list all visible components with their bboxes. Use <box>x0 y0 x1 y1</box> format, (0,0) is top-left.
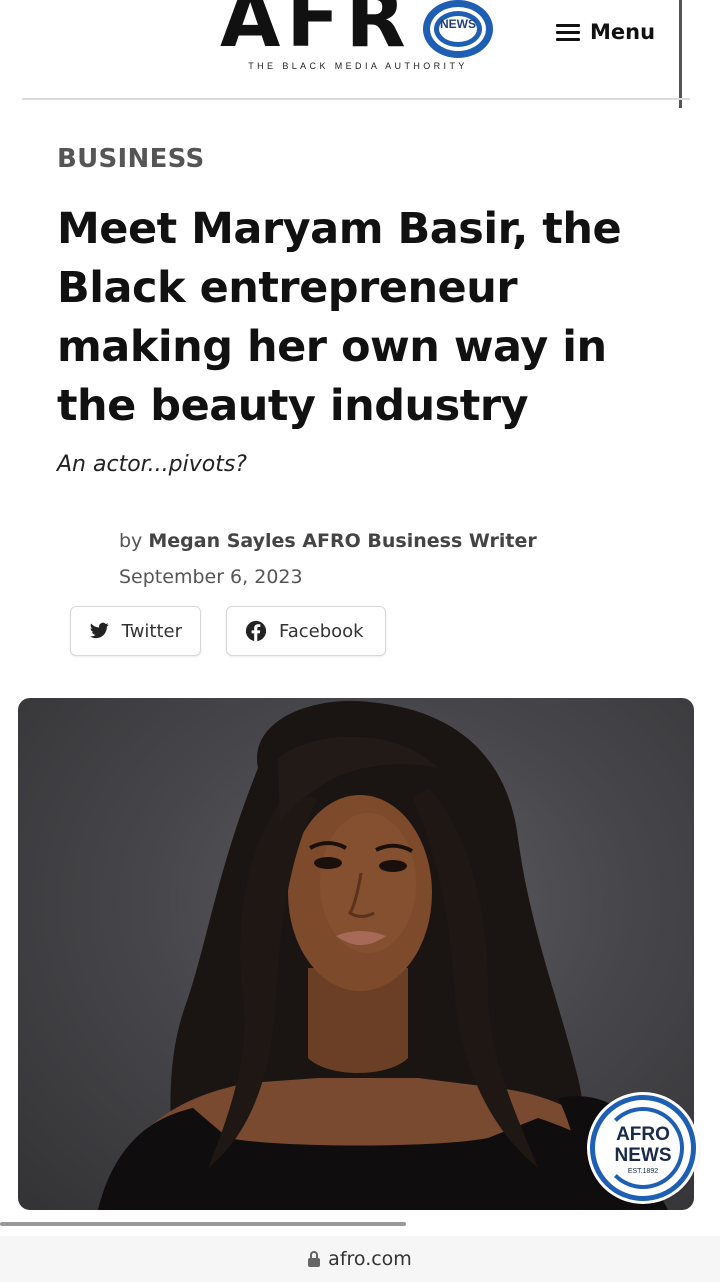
badge-line3: EST.1892 <box>627 1168 659 1175</box>
logo-tagline: THE BLACK MEDIA AUTHORITY <box>248 61 468 71</box>
share-facebook-button[interactable]: Facebook <box>226 606 386 656</box>
facebook-label: Facebook <box>279 620 364 642</box>
twitter-label: Twitter <box>121 620 182 642</box>
article-category[interactable]: BUSINESS <box>57 144 205 174</box>
site-header: AFR NEWS THE BLACK MEDIA AUTHORITY Menu <box>0 0 720 108</box>
afro-news-badge: AFRO NEWS EST.1892 <box>590 1095 696 1201</box>
hamburger-icon <box>556 24 580 41</box>
browser-address-bar[interactable]: afro.com <box>0 1236 720 1282</box>
afro-logo[interactable]: AFR NEWS <box>220 0 500 62</box>
facebook-icon <box>245 620 267 642</box>
share-twitter-button[interactable]: Twitter <box>70 606 201 656</box>
menu-label: Menu <box>590 20 656 44</box>
article-byline: by Megan Sayles AFRO Business Writer <box>119 530 537 552</box>
menu-button[interactable]: Menu <box>556 18 655 46</box>
header-divider <box>22 98 690 100</box>
lock-icon <box>308 1251 321 1267</box>
badge-line1: AFRO <box>616 1124 670 1145</box>
article-headline: Meet Maryam Basir, the Black entrepreneu… <box>57 204 622 431</box>
logo-wordmark: AFR <box>220 0 412 65</box>
publish-date: September 6, 2023 <box>119 566 303 588</box>
logo-badge-text: NEWS <box>440 17 476 31</box>
scroll-indicator <box>679 0 682 108</box>
badge-line2: NEWS <box>614 1145 672 1166</box>
byline-prefix: by <box>119 530 143 552</box>
page-load-progress <box>0 1222 406 1226</box>
article-subheadline: An actor...pivots? <box>57 452 247 477</box>
author-name[interactable]: Megan Sayles AFRO Business Writer <box>148 530 536 552</box>
url-text: afro.com <box>328 1248 412 1270</box>
logo-news-badge: NEWS <box>423 0 493 58</box>
twitter-icon <box>89 622 109 639</box>
